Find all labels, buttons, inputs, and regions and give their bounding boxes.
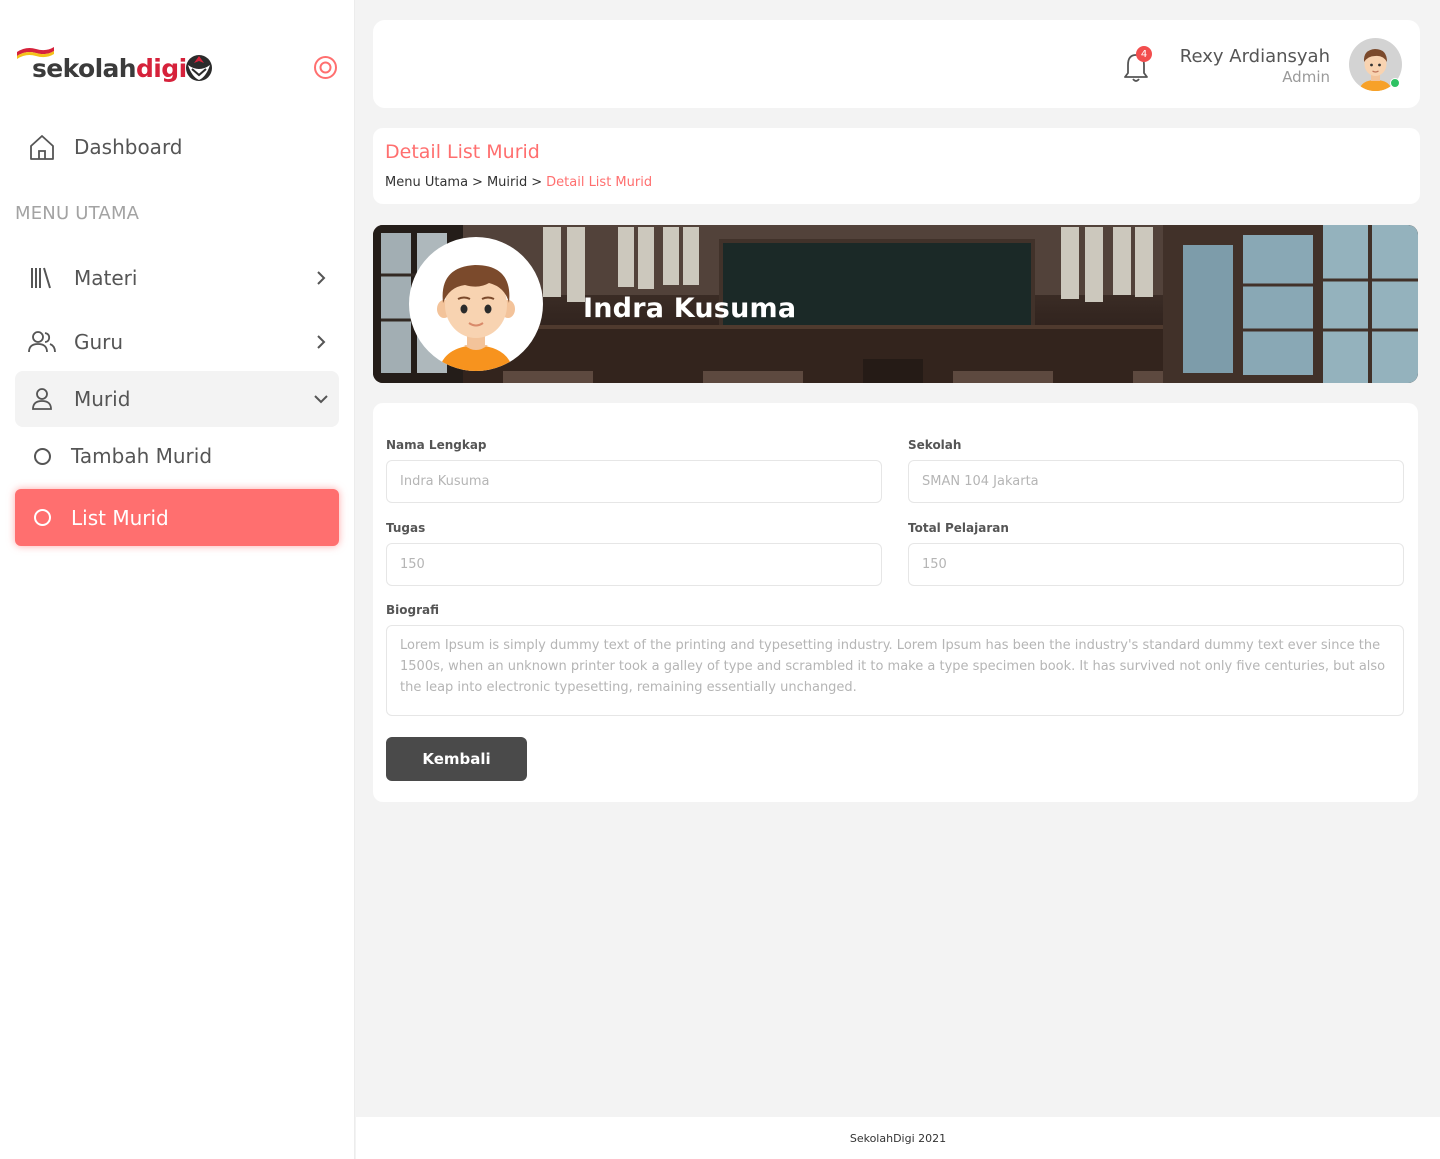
sidebar-item-label: Materi (74, 266, 138, 290)
chevron-down-icon (314, 395, 328, 404)
total-pelajaran-field[interactable] (908, 543, 1404, 586)
breadcrumb-item-current: Detail List Murid (546, 175, 653, 190)
nama-lengkap-label: Nama Lengkap (386, 438, 487, 452)
avatar[interactable] (1349, 38, 1402, 91)
sekolah-label: Sekolah (908, 438, 962, 452)
logo-emblem-icon (186, 55, 212, 81)
chevron-right-icon (317, 271, 326, 285)
user-icon (27, 384, 57, 414)
sidebar-item-label: Murid (74, 387, 131, 411)
page-title-card: Detail List Murid Menu Utama > Muirid > Deta… (373, 128, 1420, 204)
nama-lengkap-field[interactable] (386, 460, 882, 503)
sidebar-item-guru[interactable]: Guru (15, 314, 339, 370)
footer-text: SekolahDigi 2021 (849, 1131, 947, 1145)
sekolah-field[interactable] (908, 460, 1404, 503)
sidebar-item-label: Tambah Murid (71, 444, 213, 468)
breadcrumb-item-menu-utama[interactable]: Menu Utama (385, 175, 468, 190)
sidebar-item-label: Dashboard (74, 135, 183, 159)
profile-banner: Indra Kusuma (373, 225, 1418, 383)
sidebar-toggle-icon[interactable] (313, 55, 338, 80)
top-bar: 4 Rexy Ardiansyah Admin (373, 20, 1420, 108)
sidebar-item-murid[interactable]: Murid (15, 371, 339, 427)
sidebar-item-dashboard[interactable]: Dashboard (15, 119, 339, 175)
footer: SekolahDigi 2021 (356, 1117, 1440, 1159)
users-icon (27, 327, 57, 357)
user-name: Rexy Ardiansyah (1179, 46, 1330, 67)
tugas-label: Tugas (386, 521, 426, 535)
circle-icon (27, 441, 57, 471)
sidebar: sekolahdigi Dashboard MENU UTAMA Materi … (0, 0, 355, 1159)
notification-badge: 4 (1136, 46, 1152, 62)
logo-text: sekolahdigi (32, 54, 187, 83)
profile-name: Indra Kusuma (583, 293, 797, 324)
sidebar-section-title: MENU UTAMA (15, 203, 140, 224)
app-logo[interactable]: sekolahdigi (14, 44, 219, 92)
circle-icon (27, 503, 57, 533)
library-icon (27, 263, 57, 293)
sidebar-item-label: Guru (74, 330, 124, 354)
breadcrumb: Menu Utama > Muirid > Detail List Murid (385, 175, 652, 190)
breadcrumb-item-murid[interactable]: Muirid (487, 175, 527, 190)
student-detail-form: Nama Lengkap Sekolah Tugas Total Pelajar… (373, 403, 1418, 802)
profile-avatar (409, 237, 543, 371)
chevron-right-icon (317, 335, 326, 349)
biografi-label: Biografi (386, 603, 440, 617)
sidebar-item-materi[interactable]: Materi (15, 250, 339, 306)
total-pelajaran-label: Total Pelajaran (908, 521, 1009, 535)
kembali-button[interactable]: Kembali (386, 737, 527, 781)
breadcrumb-separator: > (531, 175, 543, 190)
biografi-field[interactable]: Lorem Ipsum is simply dummy text of the … (386, 625, 1404, 716)
page-title: Detail List Murid (385, 141, 540, 163)
online-status-dot (1390, 78, 1400, 88)
tugas-field[interactable] (386, 543, 882, 586)
sidebar-subitem-list-murid[interactable]: List Murid (15, 489, 339, 546)
sidebar-subitem-tambah-murid[interactable]: Tambah Murid (15, 428, 339, 484)
user-role: Admin (1282, 68, 1330, 86)
breadcrumb-separator: > (472, 175, 483, 190)
home-icon (27, 132, 57, 162)
student-avatar-icon (437, 265, 515, 371)
sidebar-item-label: List Murid (71, 505, 169, 530)
